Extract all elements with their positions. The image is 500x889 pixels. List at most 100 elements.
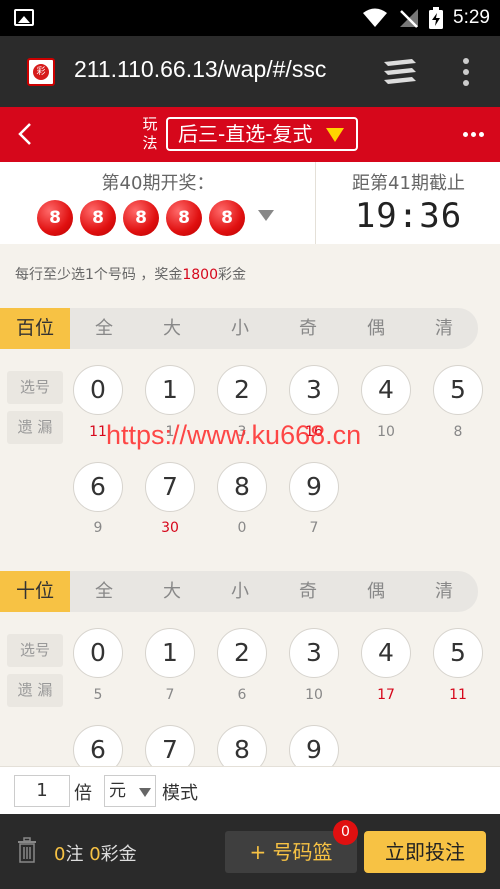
tabs-stack-icon[interactable] — [383, 58, 417, 86]
digit-ball[interactable]: 5 — [433, 365, 483, 415]
position-label-tens: 十位 — [0, 571, 70, 612]
miss-value: 30 — [161, 520, 179, 536]
next-draw: 距第41期截止 19:36 — [317, 162, 500, 244]
digit-ball[interactable]: 7 — [145, 725, 195, 766]
unit-select[interactable]: 元 — [104, 775, 156, 807]
position-label-hundreds: 百位 — [0, 308, 70, 349]
digit-ball[interactable]: 0 — [73, 628, 123, 678]
miss-value: 17 — [377, 687, 395, 703]
status-bar: 5:29 — [0, 0, 500, 36]
bet-hint: 每行至少选1个号码 ，奖金1800彩金 — [15, 267, 246, 283]
miss-value: 6 — [237, 687, 247, 703]
basket-count-badge: 0 — [333, 820, 358, 845]
digit-ball[interactable]: 4 — [361, 365, 411, 415]
bet-summary: 0注 0彩金 — [54, 844, 137, 865]
play-method-label: 玩 法 — [142, 115, 158, 152]
miss-value: 7 — [165, 687, 175, 703]
filter-clear-button[interactable]: 清 — [410, 308, 478, 349]
filter-even-button[interactable]: 偶 — [342, 308, 410, 349]
unit-value: 元 — [109, 781, 126, 801]
bet-money: 0 — [89, 844, 101, 865]
digit-ball[interactable]: 9 — [289, 462, 339, 512]
miss-value: 10 — [305, 687, 323, 703]
miss-value: 0 — [237, 520, 247, 536]
digit-ball[interactable]: 3 — [289, 628, 339, 678]
bottom-bar: 0注 0彩金 + 号码篮 0 立即投注 — [0, 814, 500, 889]
result-ball: 8 — [37, 200, 73, 236]
draw-info-panel: 第40期开奖： 8 8 8 8 8 距第41期截止 19:36 — [0, 162, 500, 244]
miss-value: 8 — [453, 424, 463, 440]
filter-all-button[interactable]: 全 — [70, 308, 138, 349]
wifi-icon — [363, 8, 388, 27]
result-ball: 8 — [209, 200, 245, 236]
miss-count-label: 遗 漏 — [7, 674, 63, 707]
play-mode-select[interactable]: 后三-直选-复式 — [166, 117, 358, 151]
next-draw-label: 距第41期截止 — [352, 173, 465, 194]
last-draw-title: 第40期开奖： — [101, 173, 215, 194]
select-number-label: 选号 — [7, 371, 63, 404]
result-ball: 8 — [123, 200, 159, 236]
digit-ball[interactable]: 1 — [145, 365, 195, 415]
miss-value: 7 — [309, 520, 319, 536]
digit-ball[interactable]: 8 — [217, 725, 267, 766]
miss-value: 10 — [377, 424, 395, 440]
multiplier-label: 倍 — [74, 783, 92, 804]
site-favicon: 彩 — [27, 58, 55, 86]
filter-odd-button[interactable]: 奇 — [274, 308, 342, 349]
prize-amount: 1800 — [182, 267, 218, 283]
result-ball: 8 — [80, 200, 116, 236]
digit-ball[interactable]: 0 — [73, 365, 123, 415]
select-number-label: 选号 — [7, 634, 63, 667]
filter-clear-button[interactable]: 清 — [410, 571, 478, 612]
app-header: 玩 法 后三-直选-复式 — [0, 107, 500, 162]
filter-even-button[interactable]: 偶 — [342, 571, 410, 612]
digit-ball[interactable]: 7 — [145, 462, 195, 512]
digit-ball[interactable]: 2 — [217, 365, 267, 415]
filter-small-button[interactable]: 小 — [206, 571, 274, 612]
miss-value: 9 — [93, 520, 103, 536]
quick-filter-bar: 全 大 小 奇 偶 清 — [70, 571, 478, 612]
more-options-icon[interactable] — [463, 132, 484, 137]
history-dropdown-icon[interactable] — [258, 210, 274, 221]
multiplier-input[interactable]: 1 — [14, 775, 70, 807]
trash-icon[interactable] — [16, 836, 38, 864]
filter-big-button[interactable]: 大 — [138, 571, 206, 612]
back-arrow-icon[interactable] — [14, 121, 38, 147]
mode-label: 模式 — [162, 783, 198, 804]
miss-value: 5 — [93, 687, 103, 703]
digit-ball[interactable]: 3 — [289, 365, 339, 415]
filter-big-button[interactable]: 大 — [138, 308, 206, 349]
digit-ball[interactable]: 4 — [361, 628, 411, 678]
digit-ball[interactable]: 8 — [217, 462, 267, 512]
watermark-url: https://www.ku668.cn — [106, 420, 362, 450]
browser-menu-icon[interactable] — [459, 56, 473, 88]
battery-charging-icon — [429, 7, 444, 29]
digit-ball[interactable]: 6 — [73, 725, 123, 766]
lottery-logo-icon: 彩 — [33, 64, 49, 80]
miss-count-label: 遗 漏 — [7, 411, 63, 444]
image-notification-icon — [14, 9, 34, 26]
filter-odd-button[interactable]: 奇 — [274, 571, 342, 612]
digit-ball[interactable]: 6 — [73, 462, 123, 512]
bet-count: 0 — [54, 844, 66, 865]
browser-toolbar: 彩 211.110.66.13/wap/#/ssc — [0, 36, 500, 107]
no-signal-icon — [400, 9, 419, 28]
filter-small-button[interactable]: 小 — [206, 308, 274, 349]
digit-ball[interactable]: 2 — [217, 628, 267, 678]
address-bar[interactable]: 211.110.66.13/wap/#/ssc — [74, 56, 354, 88]
countdown-timer: 19:36 — [354, 196, 463, 236]
dropdown-triangle-icon — [326, 128, 344, 142]
digit-ball[interactable]: 1 — [145, 628, 195, 678]
digit-ball[interactable]: 5 — [433, 628, 483, 678]
quick-filter-bar: 全 大 小 奇 偶 清 — [70, 308, 478, 349]
multiplier-row: 1 倍 元 模式 — [0, 766, 500, 814]
miss-value: 11 — [449, 687, 467, 703]
digit-ball[interactable]: 9 — [289, 725, 339, 766]
last-draw[interactable]: 第40期开奖： 8 8 8 8 8 — [0, 162, 316, 244]
clock: 5:29 — [453, 7, 490, 28]
play-mode-value: 后三-直选-复式 — [178, 122, 313, 146]
place-bet-button[interactable]: 立即投注 — [364, 831, 486, 873]
tens-section: 十位 全 大 小 奇 偶 清 选号 遗 漏 0 1 2 3 4 5 5 7 6 … — [0, 571, 500, 766]
filter-all-button[interactable]: 全 — [70, 571, 138, 612]
result-ball: 8 — [166, 200, 202, 236]
